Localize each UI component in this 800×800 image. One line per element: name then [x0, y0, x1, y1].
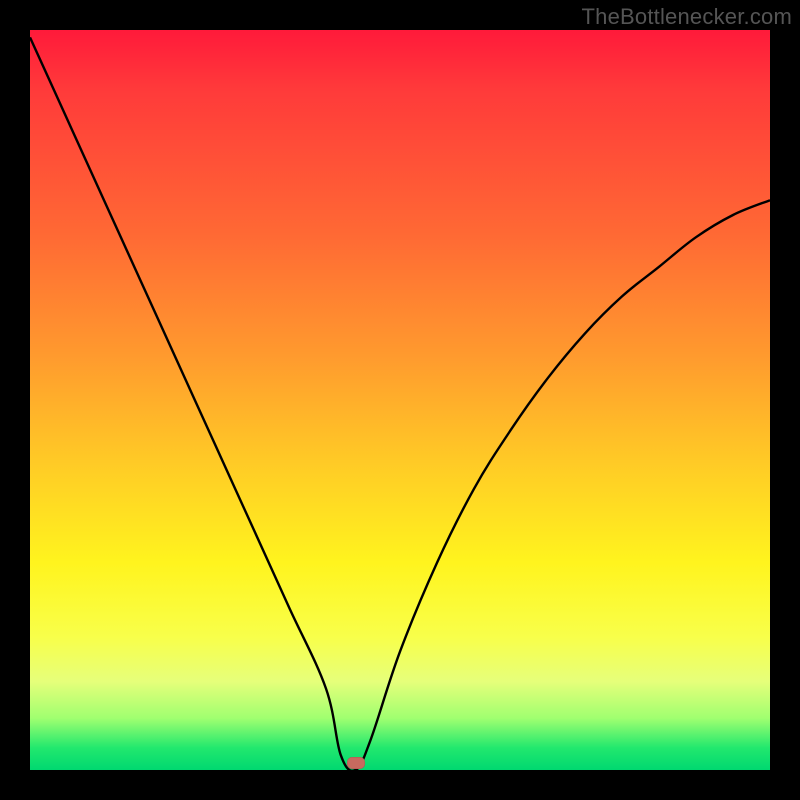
chart-plot-area	[30, 30, 770, 770]
bottleneck-curve	[30, 30, 770, 770]
optimal-point-marker	[347, 757, 365, 769]
watermark-text: TheBottlenecker.com	[582, 4, 792, 30]
curve-path	[30, 37, 770, 771]
